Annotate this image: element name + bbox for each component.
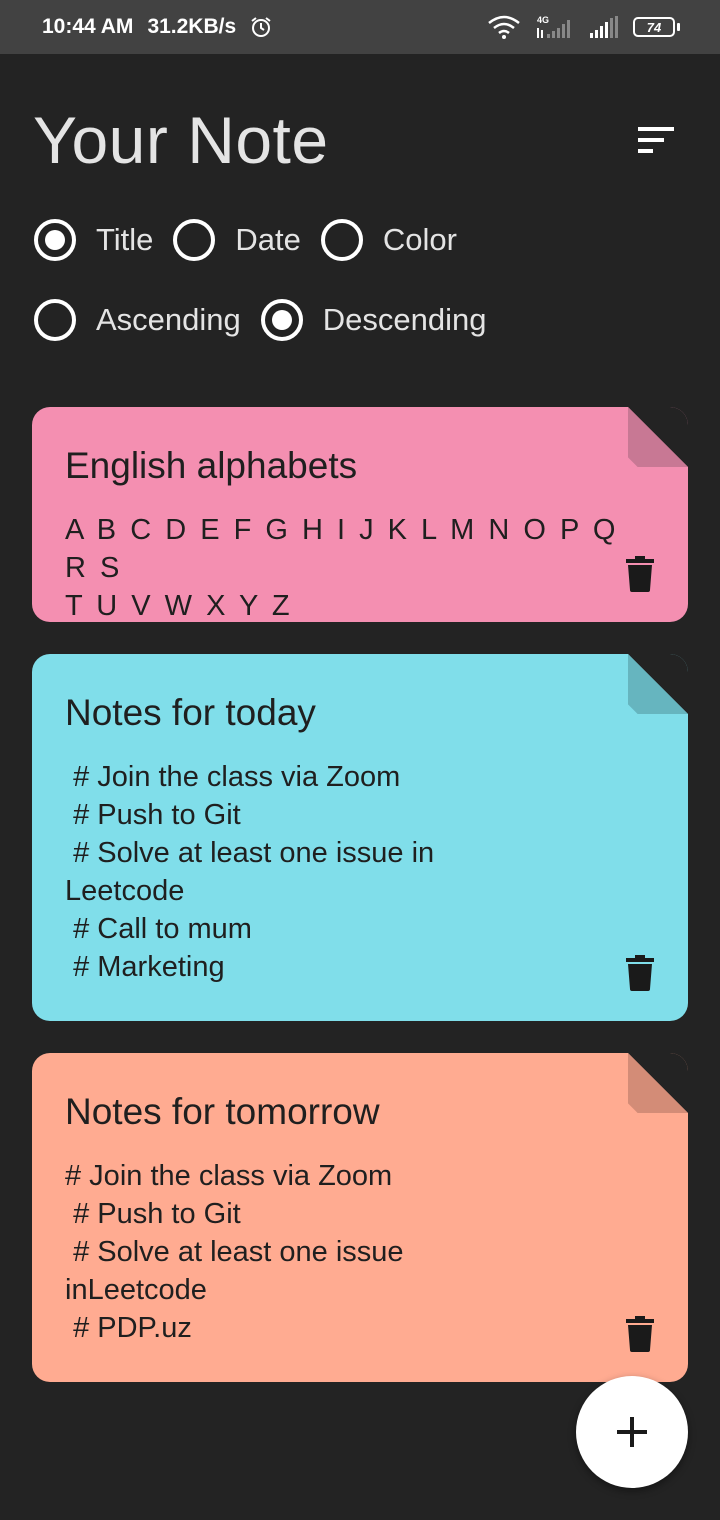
note-content: # Join the class via Zoom # Push to Git … [65,761,435,983]
battery-level: 74 [633,17,675,37]
trash-icon [626,955,654,991]
note-title: Notes for today [65,692,316,733]
page-title: Your Note [33,103,329,177]
radio-descending-label: Descending [322,302,487,337]
note-card[interactable]: Notes for today # Join the class via Zoo… [32,654,688,1021]
radio-ascending-label: Ascending [96,302,241,337]
battery-icon: 74 [633,17,680,37]
alarm-icon [250,16,272,38]
radio-title-label: Title [96,222,154,257]
note-card[interactable]: Notes for tomorrow # Join the class via … [32,1053,688,1382]
status-bar: 10:44 AM 31.2KB/s 4G 74 [0,0,720,54]
plus-icon [617,1417,647,1447]
note-title: English alphabets [65,445,358,486]
delete-note-button[interactable] [626,955,654,991]
radio-ascending[interactable]: Ascending [34,299,241,341]
radio-color-label: Color [382,222,457,257]
radio-ascending-circle [34,299,76,341]
sort-by-group: Title Date Color [34,219,477,261]
header: Your Note [33,98,680,182]
radio-descending-circle [260,299,303,341]
sort-icon [638,127,674,153]
note-content: A B C D E F G H I J K L M N O P Q R S T … [65,514,619,622]
delete-note-button[interactable] [626,556,654,592]
trash-icon [626,1316,654,1352]
status-time: 10:44 AM [42,15,134,38]
add-note-button[interactable] [576,1376,688,1488]
radio-title[interactable]: Title [34,219,153,261]
sort-menu-button[interactable] [632,116,680,164]
radio-color-circle [320,219,363,261]
wifi-icon [487,15,521,39]
radio-color[interactable]: Color [320,219,457,261]
cellular-4g-icon: 4G [535,14,575,40]
radio-date[interactable]: Date [173,219,301,261]
status-network-speed: 31.2KB/s [147,15,237,38]
delete-note-button[interactable] [626,1316,654,1352]
signal-icon [589,15,619,39]
network-type-label: 4G [537,15,549,25]
order-group: Ascending Descending [34,299,507,341]
trash-icon [626,556,654,592]
note-content: # Join the class via Zoom # Push to Git … [65,1160,404,1344]
radio-date-circle [173,219,216,261]
note-card[interactable]: English alphabets A B C D E F G H I J K … [32,407,688,622]
radio-date-label: Date [235,222,301,257]
radio-title-circle [34,219,76,261]
note-title: Notes for tomorrow [65,1091,380,1132]
radio-descending[interactable]: Descending [260,299,487,341]
